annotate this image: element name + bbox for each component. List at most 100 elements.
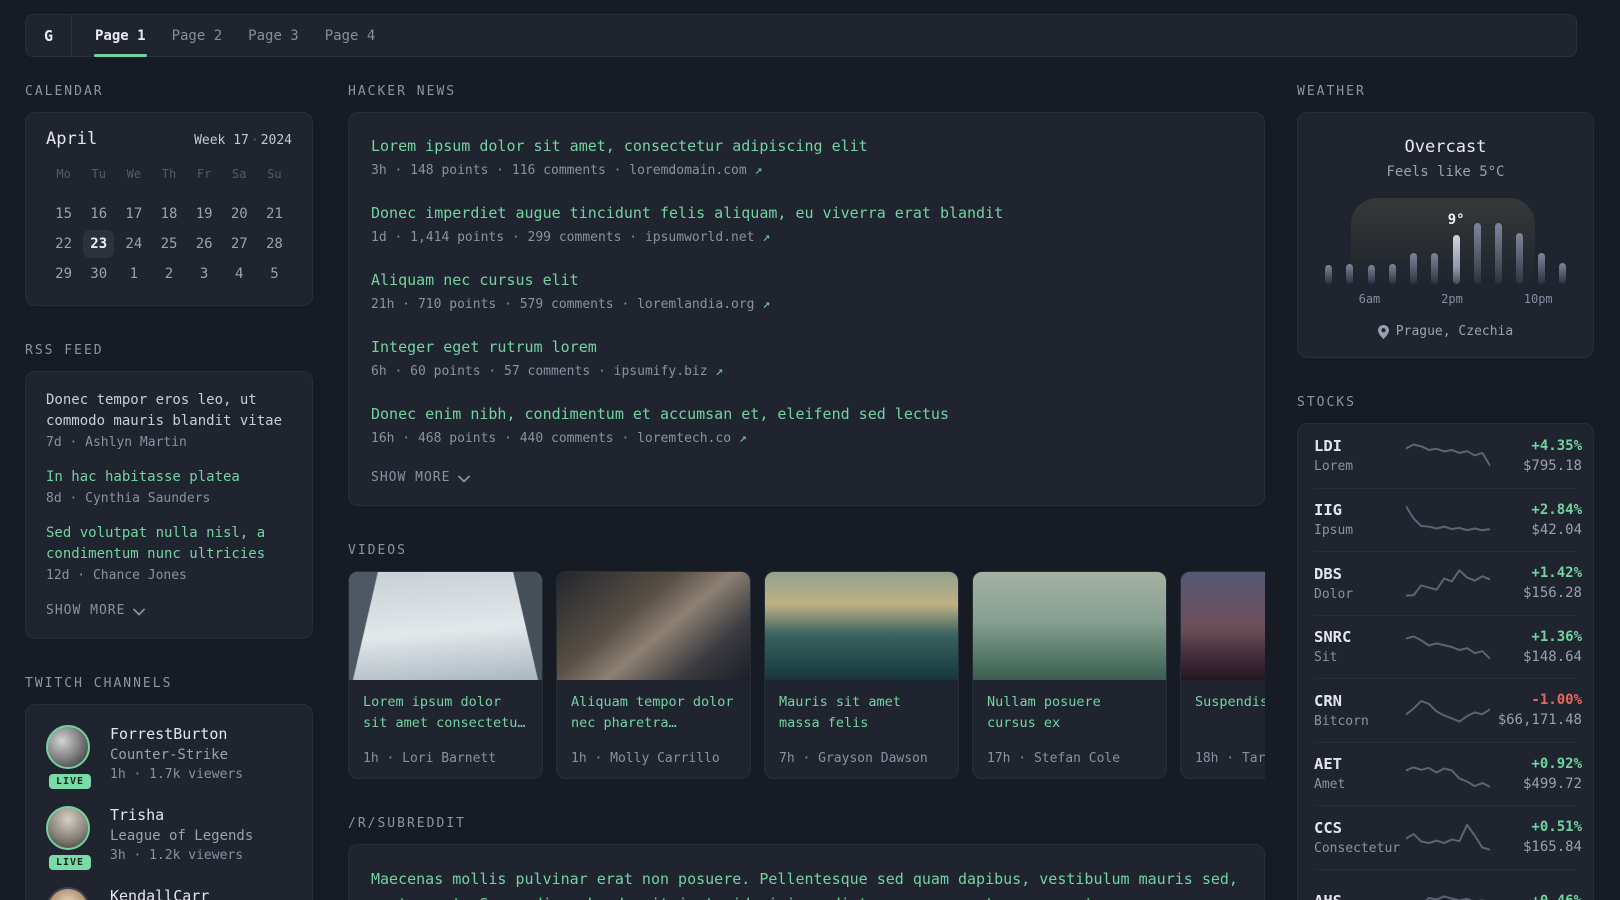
rss-item[interactable]: Donec tempor eros leo, ut commodo mauris…: [46, 390, 292, 450]
rss-show-more-button[interactable]: SHOW MORE: [46, 603, 292, 618]
video-thumbnail[interactable]: [1181, 572, 1265, 680]
calendar-day[interactable]: 19: [189, 200, 220, 228]
stock-ticker[interactable]: DBS: [1314, 565, 1406, 583]
video-card[interactable]: Lorem ipsum dolor sit amet consectetu… 1…: [348, 571, 543, 779]
video-title[interactable]: Suspendisse diam: [1195, 692, 1265, 734]
hackernews-item-meta: 1d · 1,414 points · 299 comments · ipsum…: [371, 230, 771, 245]
twitch-channel[interactable]: LIVE Trisha League of Legends 3h · 1.2k …: [46, 806, 292, 872]
video-card[interactable]: Suspendisse diam 18h · Tara: [1180, 571, 1265, 779]
calendar-day[interactable]: 21: [259, 200, 290, 228]
rss-item[interactable]: In hac habitasse platea 8d · Cynthia Sau…: [46, 467, 292, 506]
stock-ticker[interactable]: CCS: [1314, 819, 1406, 837]
channel-avatar[interactable]: [46, 806, 90, 850]
channel-name[interactable]: KendallCarr: [110, 887, 209, 900]
stock-row[interactable]: LDI Lorem +4.35% $795.18: [1314, 424, 1582, 488]
subreddit-post-title[interactable]: Maecenas mollis pulvinar erat non posuer…: [371, 867, 1242, 900]
calendar-day[interactable]: 29: [48, 260, 79, 288]
rss-item[interactable]: Sed volutpat nulla nisl, a condimentum n…: [46, 523, 292, 583]
stock-row[interactable]: CRN Bitcorn -1.00% $66,171.48: [1314, 678, 1582, 742]
video-card[interactable]: Nullam posuere cursus ex 17h · Stefan Co…: [972, 571, 1167, 779]
hackernews-item-title[interactable]: Lorem ipsum dolor sit amet, consectetur …: [371, 135, 1242, 157]
video-thumbnail[interactable]: [765, 572, 958, 680]
stock-values: +0.46%: [1490, 893, 1582, 900]
subreddit-post[interactable]: Maecenas mollis pulvinar erat non posuer…: [371, 867, 1242, 900]
hackernews-item-title[interactable]: Donec enim nibh, condimentum et accumsan…: [371, 403, 1242, 425]
twitch-channel[interactable]: KendallCarr: [46, 887, 292, 900]
calendar-day[interactable]: 25: [153, 230, 184, 258]
calendar-day[interactable]: 27: [224, 230, 255, 258]
hackernews-item-domain[interactable]: ipsumworld.net: [645, 230, 755, 245]
hackernews-item[interactable]: Donec enim nibh, condimentum et accumsan…: [371, 403, 1242, 446]
hackernews-item-domain[interactable]: loremlandia.org: [637, 297, 754, 312]
hackernews-item[interactable]: Donec imperdiet augue tincidunt felis al…: [371, 202, 1242, 245]
stock-ticker[interactable]: SNRC: [1314, 628, 1406, 646]
channel-category[interactable]: Counter-Strike: [110, 747, 243, 763]
calendar-day[interactable]: 17: [118, 200, 149, 228]
stock-sparkline: [1406, 819, 1490, 855]
calendar-day[interactable]: 26: [189, 230, 220, 258]
calendar-day[interactable]: 20: [224, 200, 255, 228]
stock-row[interactable]: DBS Dolor +1.42% $156.28: [1314, 551, 1582, 615]
calendar-day[interactable]: 28: [259, 230, 290, 258]
channel-name[interactable]: ForrestBurton: [110, 725, 243, 743]
calendar-day-selected[interactable]: 23: [83, 230, 115, 258]
channel-avatar[interactable]: [46, 725, 90, 769]
hackernews-item-title[interactable]: Aliquam nec cursus elit: [371, 269, 1242, 291]
rss-item-title[interactable]: In hac habitasse platea: [46, 467, 292, 488]
stock-row[interactable]: AHS +0.46%: [1314, 868, 1582, 900]
calendar-day[interactable]: 22: [48, 230, 79, 258]
stock-ticker[interactable]: LDI: [1314, 437, 1406, 455]
hackernews-item[interactable]: Integer eget rutrum lorem 6h · 60 points…: [371, 336, 1242, 379]
video-card[interactable]: Aliquam tempor dolor nec pharetra… 1h · …: [556, 571, 751, 779]
stock-price: $795.18: [1522, 457, 1582, 474]
stock-row[interactable]: CCS Consectetur +0.51% $165.84: [1314, 805, 1582, 869]
video-title[interactable]: Nullam posuere cursus ex: [987, 692, 1152, 734]
calendar-day[interactable]: 3: [189, 260, 220, 288]
stock-row[interactable]: AET Amet +0.92% $499.72: [1314, 741, 1582, 806]
hackernews-item[interactable]: Lorem ipsum dolor sit amet, consectetur …: [371, 135, 1242, 178]
hackernews-item-domain[interactable]: loremtech.co: [637, 431, 731, 446]
twitch-channel[interactable]: LIVE ForrestBurton Counter-Strike 1h · 1…: [46, 725, 292, 791]
calendar-day[interactable]: 18: [153, 200, 184, 228]
hackernews-item-title[interactable]: Integer eget rutrum lorem: [371, 336, 1242, 358]
calendar-day[interactable]: 16: [83, 200, 114, 228]
calendar-day[interactable]: 24: [118, 230, 149, 258]
stock-row[interactable]: IIG Ipsum +2.84% $42.04: [1314, 487, 1582, 552]
video-title[interactable]: Mauris sit amet massa felis: [779, 692, 944, 734]
stock-ticker[interactable]: AET: [1314, 755, 1406, 773]
stock-ticker[interactable]: CRN: [1314, 692, 1406, 710]
calendar-day[interactable]: 2: [153, 260, 184, 288]
channel-avatar[interactable]: [46, 887, 90, 900]
hackernews-item[interactable]: Aliquam nec cursus elit 21h · 710 points…: [371, 269, 1242, 312]
channel-category[interactable]: League of Legends: [110, 828, 253, 844]
calendar-day[interactable]: 1: [118, 260, 149, 288]
hackernews-item-title[interactable]: Donec imperdiet augue tincidunt felis al…: [371, 202, 1242, 224]
tab-page-1[interactable]: Page 1: [82, 15, 159, 57]
weather-hour-slot: [1467, 220, 1488, 284]
hackernews-show-more-button[interactable]: SHOW MORE: [371, 470, 1242, 485]
rss-item-title[interactable]: Sed volutpat nulla nisl, a condimentum n…: [46, 523, 292, 565]
tab-page-3[interactable]: Page 3: [235, 15, 312, 56]
video-thumbnail[interactable]: [973, 572, 1166, 680]
video-thumbnail[interactable]: [557, 572, 750, 680]
hackernews-item-domain[interactable]: ipsumify.biz: [614, 364, 708, 379]
tab-page-2[interactable]: Page 2: [159, 15, 236, 56]
channel-name[interactable]: Trisha: [110, 806, 253, 824]
stock-row[interactable]: SNRC Sit +1.36% $148.64: [1314, 614, 1582, 679]
video-thumbnail[interactable]: [349, 572, 542, 680]
rss-item-title[interactable]: Donec tempor eros leo, ut commodo mauris…: [46, 390, 292, 432]
video-title[interactable]: Aliquam tempor dolor nec pharetra…: [571, 692, 736, 734]
app-logo[interactable]: G: [26, 15, 72, 56]
stock-ticker[interactable]: IIG: [1314, 501, 1406, 519]
calendar-day[interactable]: 15: [48, 200, 79, 228]
hackernews-item-domain[interactable]: loremdomain.com: [629, 163, 746, 178]
calendar-day[interactable]: 5: [259, 260, 290, 288]
video-title[interactable]: Lorem ipsum dolor sit amet consectetu…: [363, 692, 528, 734]
video-card[interactable]: Mauris sit amet massa felis 7h · Grayson…: [764, 571, 959, 779]
stock-ticker[interactable]: AHS: [1314, 892, 1406, 900]
calendar-day[interactable]: 30: [83, 260, 114, 288]
stock-change-percent: -1.00%: [1531, 692, 1582, 709]
tab-page-4[interactable]: Page 4: [312, 15, 389, 56]
calendar-day[interactable]: 4: [224, 260, 255, 288]
stock-change-percent: +1.36%: [1531, 628, 1582, 645]
